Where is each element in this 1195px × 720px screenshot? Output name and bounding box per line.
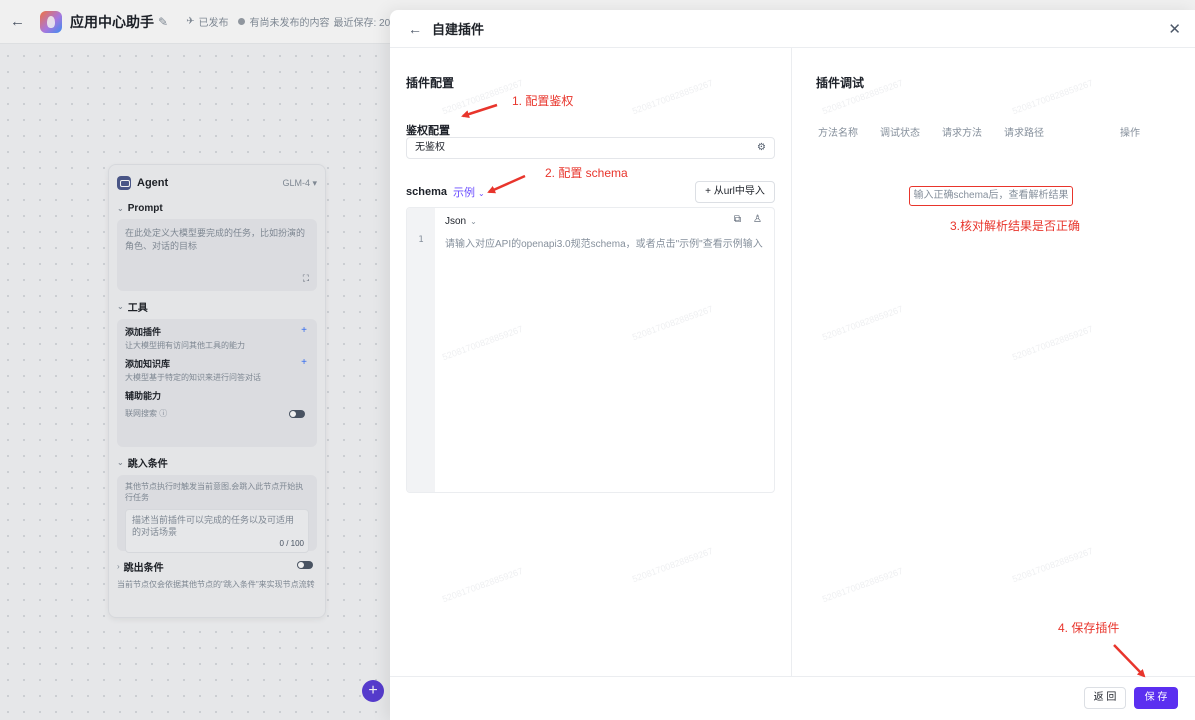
sample-link[interactable]: 示例 ⌄: [453, 184, 485, 200]
editor-placeholder: 请输入对应API的openapi3.0规范schema，或者点击"示例"查看示例…: [445, 239, 763, 250]
plugin-config-panel: 插件配置 鉴权配置 无鉴权 ⚙ schema 示例 ⌄ + 从url中导入 1 …: [390, 48, 792, 676]
save-button[interactable]: 保 存: [1134, 687, 1178, 709]
sample-link-label: 示例: [452, 187, 475, 199]
annotation-step-3: 3.核对解析结果是否正确: [950, 219, 1081, 233]
close-icon[interactable]: ✕: [1168, 20, 1181, 38]
col-debug-status: 调试状态: [880, 128, 920, 139]
editor-toolbar: ⧉ ♙: [734, 214, 762, 225]
plugin-config-title: 插件配置: [406, 76, 455, 90]
copy-icon[interactable]: ⧉: [734, 214, 741, 225]
custom-plugin-drawer: ← 自建插件 ✕ 插件配置 鉴权配置 无鉴权 ⚙ schema 示例 ⌄ + 从…: [390, 10, 1195, 720]
col-method-name: 方法名称: [818, 128, 858, 139]
annotation-step-2: 2. 配置 schema: [545, 166, 628, 180]
plugin-debug-panel: 插件调试 方法名称 调试状态 请求方法 请求路径 操作 输入正确schema后，…: [792, 48, 1195, 676]
debug-table-header: 方法名称 调试状态 请求方法 请求路径 操作: [818, 124, 1178, 140]
annotation-step-1: 1. 配置鉴权: [512, 94, 574, 108]
import-from-url-button[interactable]: + 从url中导入: [695, 181, 775, 203]
plugin-debug-title: 插件调试: [816, 76, 865, 90]
empty-hint: 输入正确schema后，查看解析结果: [909, 186, 1073, 206]
chevron-down-icon: ⌄: [478, 189, 485, 198]
robot-icon[interactable]: ♙: [753, 214, 762, 225]
auth-select[interactable]: 无鉴权 ⚙: [406, 137, 775, 159]
drawer-header: ← 自建插件 ✕: [390, 10, 1195, 48]
back-button[interactable]: 返 回: [1084, 687, 1126, 709]
drawer-title: 自建插件: [432, 22, 485, 37]
line-number: 1: [418, 235, 424, 245]
language-label: Json: [445, 216, 467, 227]
settings-icon[interactable]: ⚙: [757, 138, 766, 158]
editor-gutter: 1: [407, 208, 435, 492]
auth-config-label: 鉴权配置: [406, 125, 450, 137]
arrow-left-icon[interactable]: ←: [408, 21, 422, 37]
language-select[interactable]: Json ⌄: [445, 216, 477, 227]
col-request-path: 请求路径: [1004, 128, 1044, 139]
schema-label: schema: [406, 186, 447, 198]
annotation-step-4: 4. 保存插件: [1058, 621, 1120, 635]
col-actions: 操作: [1120, 128, 1140, 139]
auth-value: 无鉴权: [415, 142, 445, 153]
schema-editor[interactable]: 1 Json ⌄ ⧉ ♙ 请输入对应API的openapi3.0规范schema，…: [406, 207, 775, 493]
drawer-footer: 返 回 保 存: [390, 676, 1195, 720]
chevron-down-icon: ⌄: [470, 217, 477, 226]
schema-row: schema 示例 ⌄: [406, 181, 485, 203]
col-request-method: 请求方法: [942, 128, 982, 139]
